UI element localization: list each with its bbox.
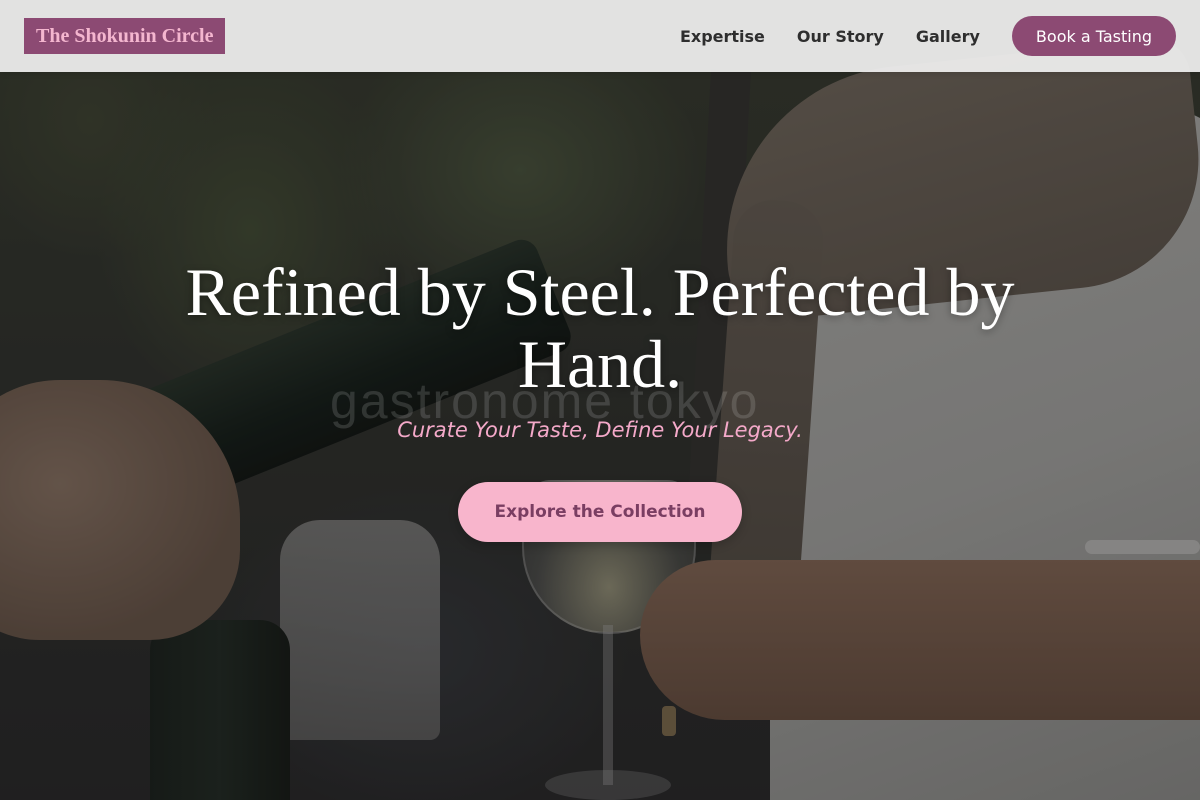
main-nav: Expertise Our Story Gallery Book a Tasti… bbox=[680, 0, 1176, 72]
hero-headline: Refined by Steel. Perfected by Hand. bbox=[185, 254, 1015, 402]
nav-link-our-story[interactable]: Our Story bbox=[797, 27, 884, 46]
nav-link-gallery[interactable]: Gallery bbox=[916, 27, 980, 46]
hero-tagline: Curate Your Taste, Define Your Legacy. bbox=[397, 418, 803, 442]
explore-collection-button[interactable]: Explore the Collection bbox=[458, 482, 742, 542]
book-tasting-button[interactable]: Book a Tasting bbox=[1011, 16, 1176, 56]
nav-link-expertise[interactable]: Expertise bbox=[680, 27, 765, 46]
site-header: The Shokunin Circle Expertise Our Story … bbox=[0, 0, 1200, 72]
site-logo[interactable]: The Shokunin Circle bbox=[24, 18, 226, 54]
